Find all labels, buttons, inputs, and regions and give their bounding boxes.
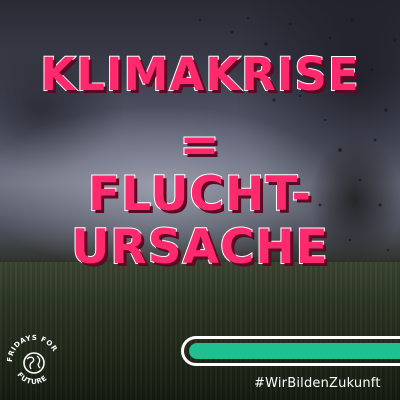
headline-equals-sign: = [178,116,221,174]
headline-line-4: URSACHE [70,219,329,276]
headline-line-1: KLIMAKRISE [39,47,360,102]
fridays-for-future-logo: FRIDAYS FOR FUTURE [6,334,58,386]
poster: KLIMAKRISE = FLUCHT- URSACHE FRIDAYS FOR… [0,0,400,400]
thermometer-fill [189,343,400,359]
earth-globe-icon [23,352,45,374]
hashtag-text: #WirBildenZukunft [254,376,381,391]
headline-line-3: FLUCHT- [87,166,313,223]
